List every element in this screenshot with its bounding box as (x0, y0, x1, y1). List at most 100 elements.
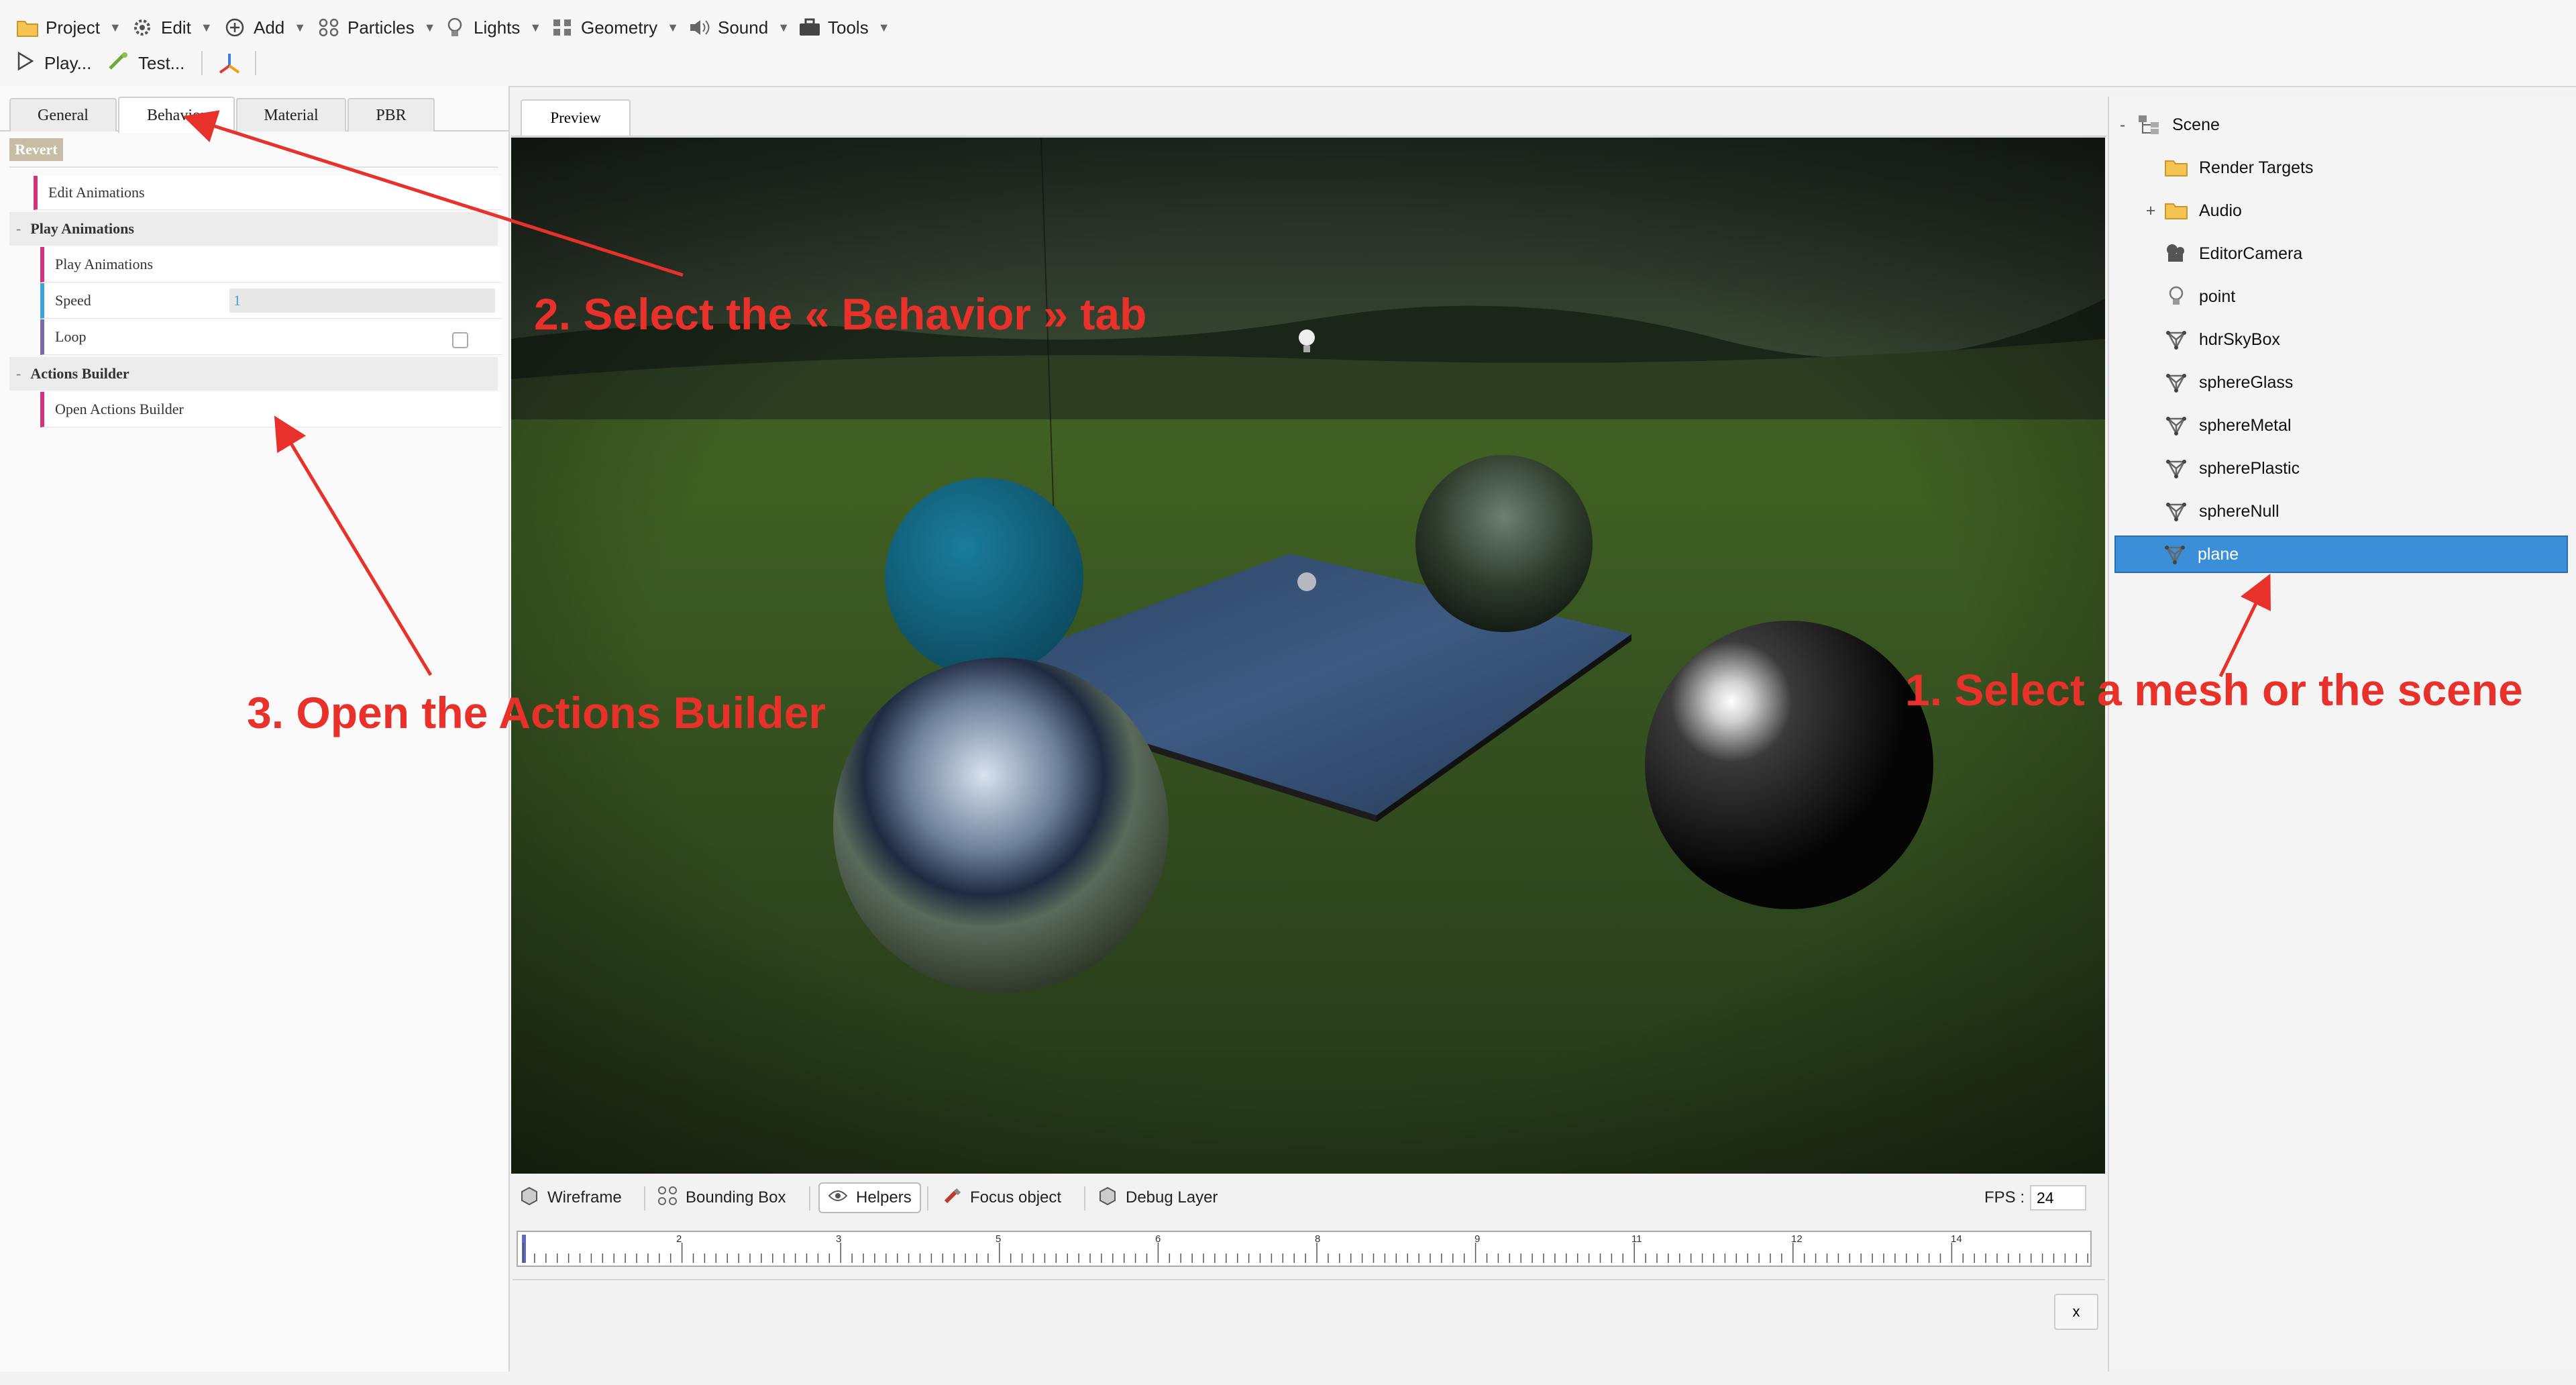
test-button[interactable]: Test... (107, 48, 184, 78)
tab-preview[interactable]: Preview (521, 99, 631, 136)
tab-preview-label: Preview (550, 109, 601, 126)
tree-item-label: spherePlastic (2199, 458, 2300, 478)
chevron-down-icon: ▼ (529, 20, 542, 34)
tab-pbr-label: PBR (376, 106, 407, 124)
folder-icon (2164, 200, 2188, 221)
open-actions-builder-button[interactable]: Open Actions Builder (40, 392, 502, 427)
menu-tools-label: Tools (828, 17, 869, 38)
bounding-box-button[interactable]: Bounding Box (657, 1182, 786, 1213)
menu-add[interactable]: Add ▼ (224, 12, 306, 43)
speed-input[interactable]: 1 (229, 289, 495, 313)
loop-label: Loop (55, 328, 87, 345)
menu-sound-label: Sound (718, 17, 769, 38)
focus-object-button[interactable]: Focus object (942, 1182, 1061, 1213)
tree-item-label: sphereMetal (2199, 415, 2292, 435)
close-icon: x (2072, 1303, 2080, 1320)
folder-icon (2164, 157, 2188, 178)
close-button[interactable]: x (2054, 1294, 2098, 1330)
tab-behavior[interactable]: Behavior (118, 97, 235, 133)
play-button[interactable]: Play... (16, 48, 91, 78)
speed-row: Speed 1 (40, 283, 502, 319)
mesh-icon (2164, 329, 2188, 350)
tree-item-sphereglass[interactable]: sphereGlass (2117, 364, 2293, 401)
tree-item-label: sphereNull (2199, 501, 2279, 521)
menu-add-label: Add (254, 17, 285, 38)
tree-item-hdrskybox[interactable]: hdrSkyBox (2117, 321, 2280, 358)
debug-layer-label: Debug Layer (1126, 1188, 1218, 1207)
transform-gizmo-button[interactable] (216, 51, 243, 79)
tree-item-render-targets[interactable]: Render Targets (2117, 149, 2313, 187)
chevron-down-icon: ▼ (777, 20, 790, 34)
tab-material[interactable]: Material (236, 98, 346, 132)
actions-builder-header-label: Actions Builder (30, 365, 129, 382)
tree-item-label: Render Targets (2199, 158, 2314, 177)
edit-animations-label: Edit Animations (48, 184, 145, 201)
play-animations-button[interactable]: Play Animations (40, 247, 502, 283)
timeline-label: 2 (676, 1233, 682, 1245)
actions-builder-folder[interactable]: - Actions Builder (9, 357, 498, 391)
expand-toggle[interactable]: + (2137, 201, 2164, 221)
play-animations-header-label: Play Animations (30, 220, 134, 237)
annotation-step-2: 2. Select the « Behavior » tab (534, 289, 1147, 339)
menu-sound[interactable]: Sound ▼ (688, 12, 790, 43)
helpers-toggle[interactable]: Helpers (818, 1182, 921, 1213)
menu-lights[interactable]: Lights ▼ (444, 12, 541, 43)
loop-checkbox[interactable] (452, 332, 468, 348)
bounding-box-label: Bounding Box (686, 1188, 786, 1207)
chevron-down-icon: ▼ (423, 20, 436, 34)
animation-timeline[interactable]: 2 3 5 6 8 9 11 12 14 (517, 1231, 2092, 1267)
play-button-label: Play... (44, 52, 92, 73)
tree-item-label: EditorCamera (2199, 244, 2303, 263)
tree-item-audio[interactable]: + Audio (2117, 192, 2242, 229)
helpers-label: Helpers (856, 1188, 912, 1207)
open-actions-builder-label: Open Actions Builder (55, 401, 184, 417)
revert-button[interactable]: Revert (9, 138, 63, 161)
menu-particles[interactable]: Particles ▼ (318, 12, 436, 43)
tab-pbr[interactable]: PBR (347, 98, 435, 132)
mesh-icon (2164, 372, 2188, 393)
mesh-icon (2164, 458, 2188, 479)
timeline-label: 9 (1474, 1233, 1481, 1245)
play-animations-folder[interactable]: - Play Animations (9, 212, 498, 246)
timeline-ticks (523, 1243, 2088, 1263)
geometry-icon (551, 17, 574, 38)
edit-animations-button[interactable]: Edit Animations (34, 176, 502, 210)
timeline-label: 12 (1791, 1233, 1803, 1245)
speed-value: 1 (233, 292, 241, 309)
loop-row: Loop (40, 319, 502, 355)
focus-object-label: Focus object (970, 1188, 1062, 1207)
tree-item-scene[interactable]: - Scene (2117, 106, 2220, 144)
tree-item-label: hdrSkyBox (2199, 329, 2280, 349)
divider (9, 166, 498, 168)
menu-geometry[interactable]: Geometry ▼ (551, 12, 679, 43)
annotation-step-1: 1. Select a mesh or the scene (1905, 665, 2523, 715)
menu-edit[interactable]: Edit ▼ (131, 12, 213, 43)
tree-item-sphereplastic[interactable]: spherePlastic (2117, 450, 2300, 487)
tab-general-label: General (38, 106, 89, 124)
menu-project[interactable]: Project ▼ (16, 12, 121, 43)
collapse-toggle[interactable]: - (2117, 115, 2128, 135)
tree-item-editorcamera[interactable]: EditorCamera (2117, 235, 2302, 272)
fps-input[interactable]: 24 (2030, 1185, 2086, 1211)
tree-item-spheremetal[interactable]: sphereMetal (2117, 407, 2292, 444)
axis-gizmo-icon (216, 54, 243, 78)
gear-icon (131, 17, 154, 38)
tree-item-spherenull[interactable]: sphereNull (2117, 493, 2279, 530)
tab-general[interactable]: General (9, 98, 117, 132)
timeline-label: 11 (1631, 1233, 1642, 1245)
wireframe-button[interactable]: Wireframe (519, 1182, 622, 1213)
menu-project-label: Project (46, 17, 100, 38)
tree-item-point[interactable]: point (2117, 278, 2235, 315)
wireframe-label: Wireframe (547, 1188, 622, 1207)
menu-particles-label: Particles (347, 17, 415, 38)
timeline-label: 6 (1155, 1233, 1161, 1245)
debug-layer-button[interactable]: Debug Layer (1097, 1182, 1218, 1213)
collapse-indicator: - (16, 220, 21, 237)
play-animations-label: Play Animations (55, 256, 154, 272)
mesh-icon (2164, 415, 2188, 436)
cube-icon (519, 1186, 539, 1211)
tree-item-plane[interactable]: plane (2114, 535, 2568, 573)
menu-tools[interactable]: Tools ▼ (798, 12, 890, 43)
tree-item-label: Audio (2199, 201, 2242, 220)
tree-item-label: Scene (2172, 115, 2220, 134)
